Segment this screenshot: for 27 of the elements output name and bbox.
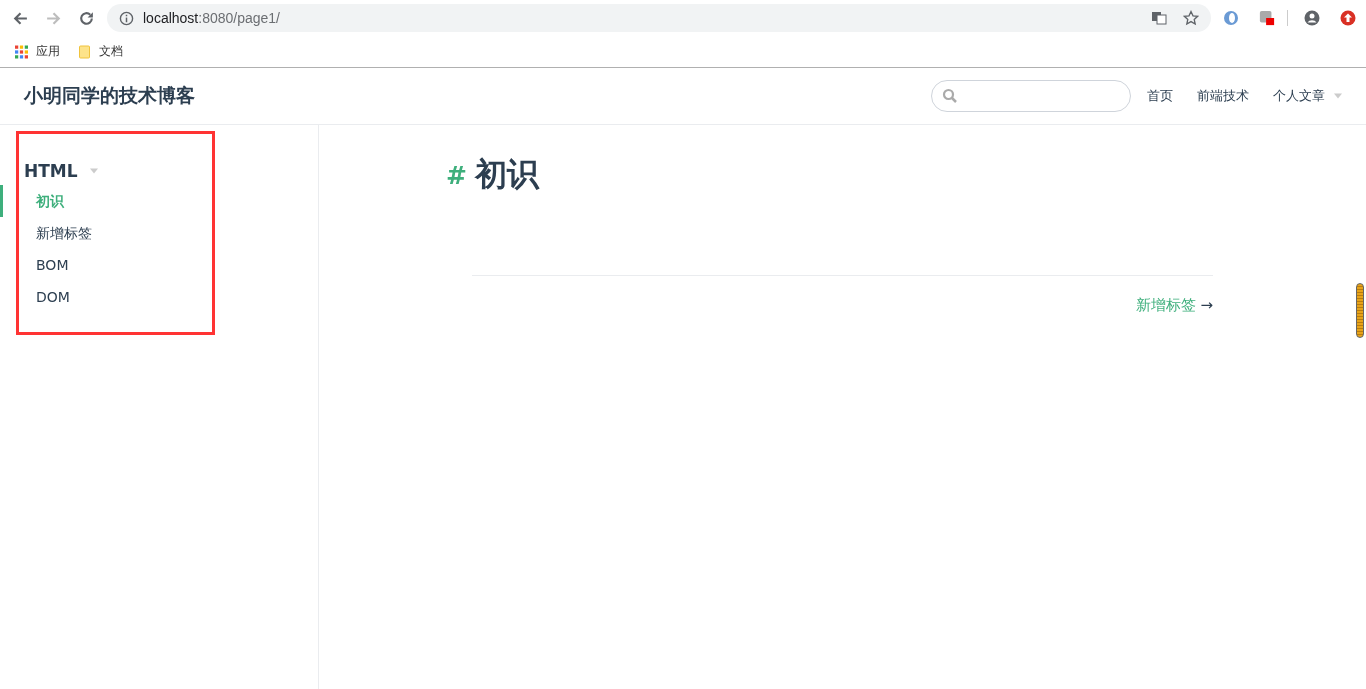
- info-icon[interactable]: [119, 10, 134, 26]
- folder-icon: [78, 44, 91, 59]
- update-icon[interactable]: [1340, 10, 1356, 26]
- sidebar-group-heading[interactable]: HTML: [0, 159, 102, 183]
- nav-link[interactable]: 前端技术: [1197, 87, 1249, 105]
- apps-grid-icon: [15, 44, 28, 59]
- caret-icon: [89, 168, 98, 174]
- star-icon[interactable]: [1183, 10, 1199, 26]
- bookmark[interactable]: 文档: [78, 43, 123, 60]
- extension-icon[interactable]: [1223, 10, 1239, 26]
- nav-link[interactable]: 个人文章: [1273, 87, 1342, 105]
- site-title[interactable]: 小明同学的技术博客: [24, 83, 195, 109]
- caret-icon: [1334, 93, 1342, 99]
- url-text: localhost:8080/page1/: [143, 10, 280, 26]
- extension-icon[interactable]: [1259, 10, 1275, 26]
- reload-icon[interactable]: [78, 9, 95, 27]
- scrollbar-thumb[interactable]: [1356, 283, 1364, 338]
- sidebar-link[interactable]: DOM: [0, 281, 76, 313]
- sidebar-link[interactable]: BOM: [0, 249, 75, 281]
- arrow-text: →: [1200, 296, 1213, 315]
- nav-link[interactable]: 首页: [1147, 87, 1173, 105]
- sidebar-link[interactable]: 新增标签: [0, 217, 98, 249]
- bookmark[interactable]: 应用: [15, 43, 60, 60]
- search-icon: [942, 88, 958, 104]
- page-heading: 初识: [474, 154, 539, 195]
- address-bar[interactable]: localhost:8080/page1/: [107, 4, 1211, 32]
- profile-icon[interactable]: [1304, 10, 1320, 26]
